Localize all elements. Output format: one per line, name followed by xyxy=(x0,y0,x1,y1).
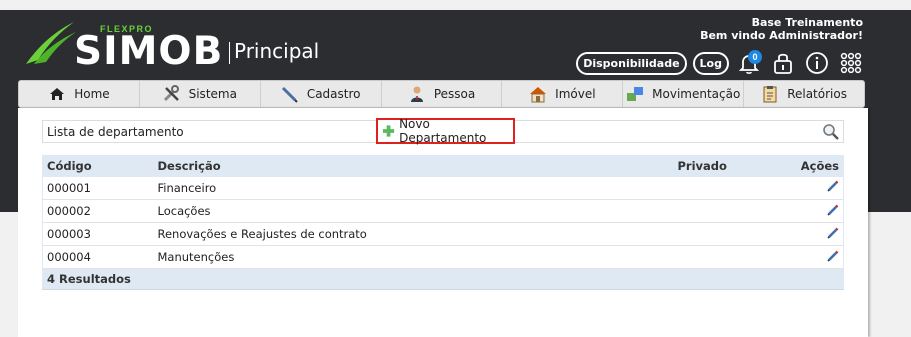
cell-descricao: Locações xyxy=(153,199,674,223)
tools-icon xyxy=(163,85,181,103)
user-base-name: Base Treinamento xyxy=(751,16,863,29)
search-icon[interactable] xyxy=(822,123,840,141)
main-menu: Home Sistema Cadastro Pessoa Imóvel Movi… xyxy=(18,80,865,108)
menu-item-movimentacao[interactable]: Movimentação xyxy=(623,81,745,107)
department-table: Código Descrição Privado Ações 000001 Fi… xyxy=(42,155,844,290)
user-info: Base Treinamento Bem vindo Administrador… xyxy=(700,16,863,42)
new-department-button[interactable]: Novo Departamento xyxy=(376,117,515,145)
column-header-codigo[interactable]: Código xyxy=(42,155,154,177)
info-button[interactable] xyxy=(803,49,831,77)
menu-item-relatorios[interactable]: Relatórios xyxy=(744,81,864,107)
list-title: Lista de departamento xyxy=(47,125,184,139)
column-header-privado[interactable]: Privado xyxy=(673,155,784,177)
menu-item-label: Cadastro xyxy=(306,87,361,101)
plus-icon xyxy=(382,125,395,137)
cell-privado xyxy=(673,222,784,246)
table-header-row: Código Descrição Privado Ações xyxy=(42,155,844,177)
cell-acoes xyxy=(783,199,844,223)
cell-descricao: Manutenções xyxy=(153,245,674,269)
log-button[interactable]: Log xyxy=(692,51,729,75)
menu-item-label: Movimentação xyxy=(652,87,741,101)
menu-item-label: Home xyxy=(74,87,110,101)
menu-item-label: Relatórios xyxy=(787,87,847,101)
column-header-acoes: Ações xyxy=(783,155,844,177)
lock-icon xyxy=(774,53,792,74)
pencil-icon xyxy=(281,85,299,103)
cell-acoes xyxy=(783,222,844,246)
edit-pencil-icon[interactable] xyxy=(827,180,839,192)
menu-item-label: Sistema xyxy=(188,87,237,101)
table-row[interactable]: 000001 Financeiro xyxy=(42,176,844,200)
new-department-label: Novo Departamento xyxy=(399,117,487,145)
cell-codigo: 000004 xyxy=(42,245,154,269)
cell-codigo: 000003 xyxy=(42,222,154,246)
cell-descricao: Financeiro xyxy=(153,176,674,200)
info-icon xyxy=(806,52,828,74)
menu-item-cadastro[interactable]: Cadastro xyxy=(261,81,382,107)
cell-descricao: Renovações e Reajustes de contrato xyxy=(153,222,674,246)
results-count: 4 Resultados xyxy=(42,268,844,290)
menu-item-sistema[interactable]: Sistema xyxy=(140,81,261,107)
disponibilidade-button[interactable]: Disponibilidade xyxy=(576,51,687,75)
menu-item-label: Pessoa xyxy=(433,87,476,101)
column-header-descricao[interactable]: Descrição xyxy=(153,155,674,177)
table-row[interactable]: 000003 Renovações e Reajustes de contrat… xyxy=(42,222,844,246)
menu-item-imovel[interactable]: Imóvel xyxy=(502,81,624,107)
menu-item-label: Imóvel xyxy=(555,87,596,101)
edit-pencil-icon[interactable] xyxy=(827,250,839,262)
list-toolbar: Lista de departamento Novo Departamento xyxy=(42,117,844,145)
home-icon xyxy=(48,85,66,103)
table-footer-row: 4 Resultados xyxy=(42,268,844,290)
cell-privado xyxy=(673,176,784,200)
cell-acoes xyxy=(783,245,844,269)
user-welcome: Bem vindo Administrador! xyxy=(700,29,863,42)
edit-pencil-icon[interactable] xyxy=(827,204,839,216)
apps-grid-icon xyxy=(840,52,862,74)
table-row[interactable]: 000002 Locações xyxy=(42,199,844,223)
menu-item-home[interactable]: Home xyxy=(19,81,140,107)
cell-codigo: 000001 xyxy=(42,176,154,200)
edit-pencil-icon[interactable] xyxy=(827,227,839,239)
app-logo[interactable]: FLEXPRO SIMOB Principal xyxy=(24,20,324,74)
notifications-button[interactable]: 0 xyxy=(735,49,763,77)
cell-codigo: 000002 xyxy=(42,199,154,223)
brand-divider xyxy=(229,42,230,64)
cell-acoes xyxy=(783,176,844,200)
exchange-icon xyxy=(626,85,644,103)
clipboard-icon xyxy=(761,85,779,103)
house-icon xyxy=(529,85,547,103)
top-actions: Disponibilidade Log 0 xyxy=(576,48,865,78)
page-section-title: Principal xyxy=(234,39,320,63)
person-icon xyxy=(408,85,426,103)
main-content: Lista de departamento Novo Departamento … xyxy=(18,108,868,337)
brand-name: SIMOB xyxy=(74,29,224,74)
menu-item-pessoa[interactable]: Pessoa xyxy=(382,81,503,107)
swoosh-logo-icon xyxy=(26,22,76,64)
table-row[interactable]: 000004 Manutenções xyxy=(42,245,844,269)
apps-button[interactable] xyxy=(837,49,865,77)
cell-privado xyxy=(673,245,784,269)
notification-count-badge: 0 xyxy=(748,50,762,64)
lock-button[interactable] xyxy=(769,49,797,77)
cell-privado xyxy=(673,199,784,223)
